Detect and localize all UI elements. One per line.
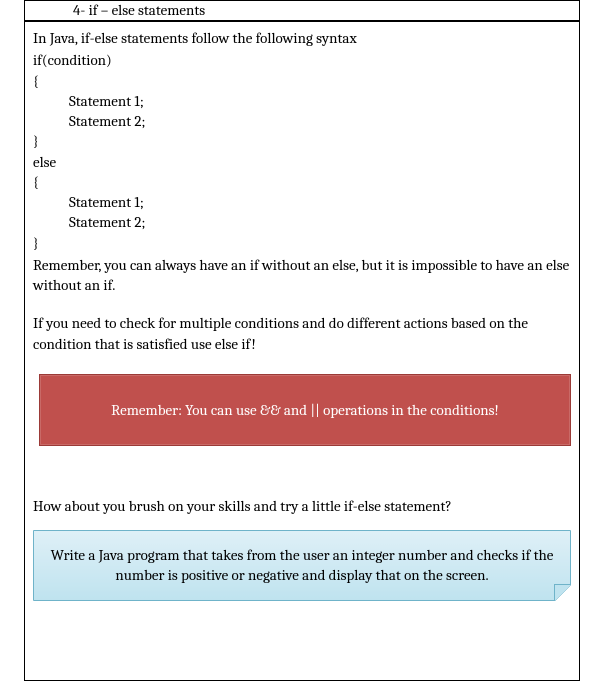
code-line: else [33, 152, 571, 172]
content-box: In Java, if-else statements follow the f… [24, 21, 580, 681]
fold-corner-icon [554, 584, 571, 601]
red-callout-text: Remember: You can use && and || operatio… [111, 401, 499, 419]
exercise-prompt: How about you brush on your skills and t… [33, 496, 571, 516]
code-block: if(condition) { Statement 1; Statement 2… [33, 50, 571, 253]
code-line: Statement 1; [33, 91, 571, 111]
code-line: } [33, 131, 571, 151]
code-line: Statement 2; [33, 111, 571, 131]
code-line: } [33, 233, 571, 253]
code-line: if(condition) [33, 50, 571, 70]
spacer [33, 297, 571, 311]
intro-text: In Java, if-else statements follow the f… [33, 28, 571, 48]
section-heading: 4- if – else statements [24, 0, 580, 21]
multiconditions-text: If you need to check for multiple condit… [33, 313, 571, 354]
blue-callout-wrap: Write a Java program that takes from the… [33, 530, 571, 601]
blue-callout-text: Write a Java program that takes from the… [51, 546, 554, 584]
code-line: Statement 1; [33, 192, 571, 212]
red-callout: Remember: You can use && and || operatio… [39, 374, 571, 446]
code-line: { [33, 71, 571, 91]
section-heading-text: 4- if – else statements [73, 1, 205, 19]
spacer [33, 466, 571, 494]
remember-text: Remember, you can always have an if with… [33, 255, 571, 296]
code-line: Statement 2; [33, 212, 571, 232]
code-line: { [33, 172, 571, 192]
blue-callout: Write a Java program that takes from the… [33, 530, 571, 601]
page-container: 4- if – else statements In Java, if-else… [0, 0, 604, 681]
